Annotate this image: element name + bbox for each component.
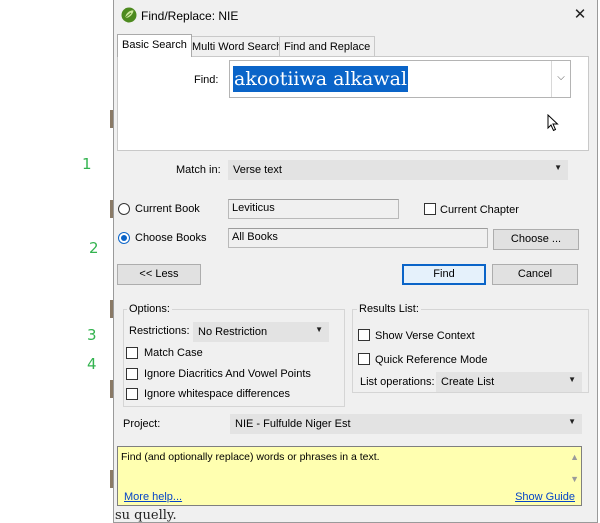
current-book-value: Leviticus	[232, 202, 275, 214]
show-verse-context-label: Show Verse Context	[375, 330, 475, 342]
annotation-number: 4	[87, 355, 97, 373]
chevron-down-icon: ⌵	[557, 72, 565, 83]
find-input[interactable]: akootiiwa alkawal ⌵	[229, 60, 571, 98]
match-in-value: Verse text	[233, 164, 282, 176]
tab-label: Find and Replace	[284, 41, 371, 53]
choose-books-value: All Books	[232, 231, 278, 243]
restrictions-select[interactable]: No Restriction ▼	[193, 322, 329, 342]
quick-reference-mode-checkbox[interactable]	[358, 353, 370, 365]
project-select[interactable]: NIE - Fulfulde Niger Est ▼	[230, 414, 582, 434]
current-book-radio[interactable]	[118, 203, 130, 215]
dropdown-arrow-icon: ▼	[568, 375, 576, 384]
dropdown-arrow-icon: ▼	[568, 417, 576, 426]
list-operations-value: Create List	[441, 376, 495, 388]
less-button[interactable]: << Less	[117, 264, 201, 285]
ignore-diacritics-checkbox[interactable]	[126, 368, 138, 380]
tab-label: Multi Word Search	[192, 41, 283, 53]
current-book-label: Current Book	[135, 203, 200, 215]
match-case-label: Match Case	[144, 347, 203, 359]
find-replace-dialog: Find/Replace: NIE ✕ Basic Search Multi W…	[113, 0, 598, 523]
mouse-cursor-icon	[547, 114, 559, 132]
current-chapter-label: Current Chapter	[440, 204, 519, 216]
match-in-label: Match in:	[176, 164, 221, 176]
choose-button[interactable]: Choose ...	[493, 229, 579, 250]
tab-find-and-replace[interactable]: Find and Replace	[279, 36, 376, 57]
help-text: Find (and optionally replace) words or p…	[121, 451, 380, 463]
more-help-link[interactable]: More help...	[124, 491, 182, 503]
app-leaf-icon	[121, 7, 137, 23]
annotation-number: 1	[82, 155, 92, 173]
help-box: Find (and optionally replace) words or p…	[117, 446, 582, 506]
find-button[interactable]: Find	[402, 264, 486, 285]
list-operations-select[interactable]: Create List ▼	[436, 372, 582, 392]
current-chapter-checkbox[interactable]	[424, 203, 436, 215]
show-guide-link[interactable]: Show Guide	[515, 491, 575, 503]
cancel-button[interactable]: Cancel	[492, 264, 578, 285]
dropdown-arrow-icon: ▼	[315, 325, 323, 334]
current-book-field: Leviticus	[228, 199, 399, 219]
restrictions-label: Restrictions:	[129, 325, 190, 337]
tab-basic-search[interactable]: Basic Search	[117, 34, 192, 57]
options-title: Options:	[127, 303, 172, 315]
find-label: Find:	[194, 74, 219, 86]
show-verse-context-checkbox[interactable]	[358, 329, 370, 341]
choose-books-field: All Books	[228, 228, 488, 248]
match-in-select[interactable]: Verse text ▼	[228, 160, 568, 180]
close-icon: ✕	[573, 6, 587, 23]
ignore-whitespace-label: Ignore whitespace differences	[144, 388, 290, 400]
match-case-checkbox[interactable]	[126, 347, 138, 359]
results-list-title: Results List:	[357, 303, 421, 315]
choose-books-radio[interactable]	[118, 232, 130, 244]
dropdown-arrow-icon: ▼	[554, 163, 562, 172]
tab-multi-word-search[interactable]: Multi Word Search	[187, 36, 288, 57]
choose-books-label: Choose Books	[135, 232, 207, 244]
background-document-text: su quelly.	[115, 508, 177, 523]
ignore-whitespace-checkbox[interactable]	[126, 388, 138, 400]
window-title: Find/Replace: NIE	[141, 9, 239, 23]
basic-search-panel: Find: akootiiwa alkawal ⌵	[117, 56, 589, 151]
tab-label: Basic Search	[122, 39, 187, 51]
list-operations-label: List operations:	[360, 376, 435, 388]
title-bar[interactable]: Find/Replace: NIE ✕	[114, 0, 597, 32]
project-label: Project:	[123, 418, 161, 430]
annotation-number: 3	[87, 326, 97, 344]
restrictions-value: No Restriction	[198, 326, 268, 338]
annotation-number: 2	[89, 239, 99, 257]
ignore-diacritics-label: Ignore Diacritics And Vowel Points	[144, 368, 311, 380]
find-input-value: akootiiwa alkawal	[233, 66, 409, 92]
help-scroll-up-icon[interactable]: ▲	[570, 452, 579, 462]
help-scroll-down-icon[interactable]: ▼	[570, 474, 579, 484]
close-button[interactable]: ✕	[569, 5, 591, 25]
project-value: NIE - Fulfulde Niger Est	[235, 418, 351, 430]
find-dropdown-button[interactable]: ⌵	[551, 61, 570, 97]
quick-reference-mode-label: Quick Reference Mode	[375, 354, 488, 366]
